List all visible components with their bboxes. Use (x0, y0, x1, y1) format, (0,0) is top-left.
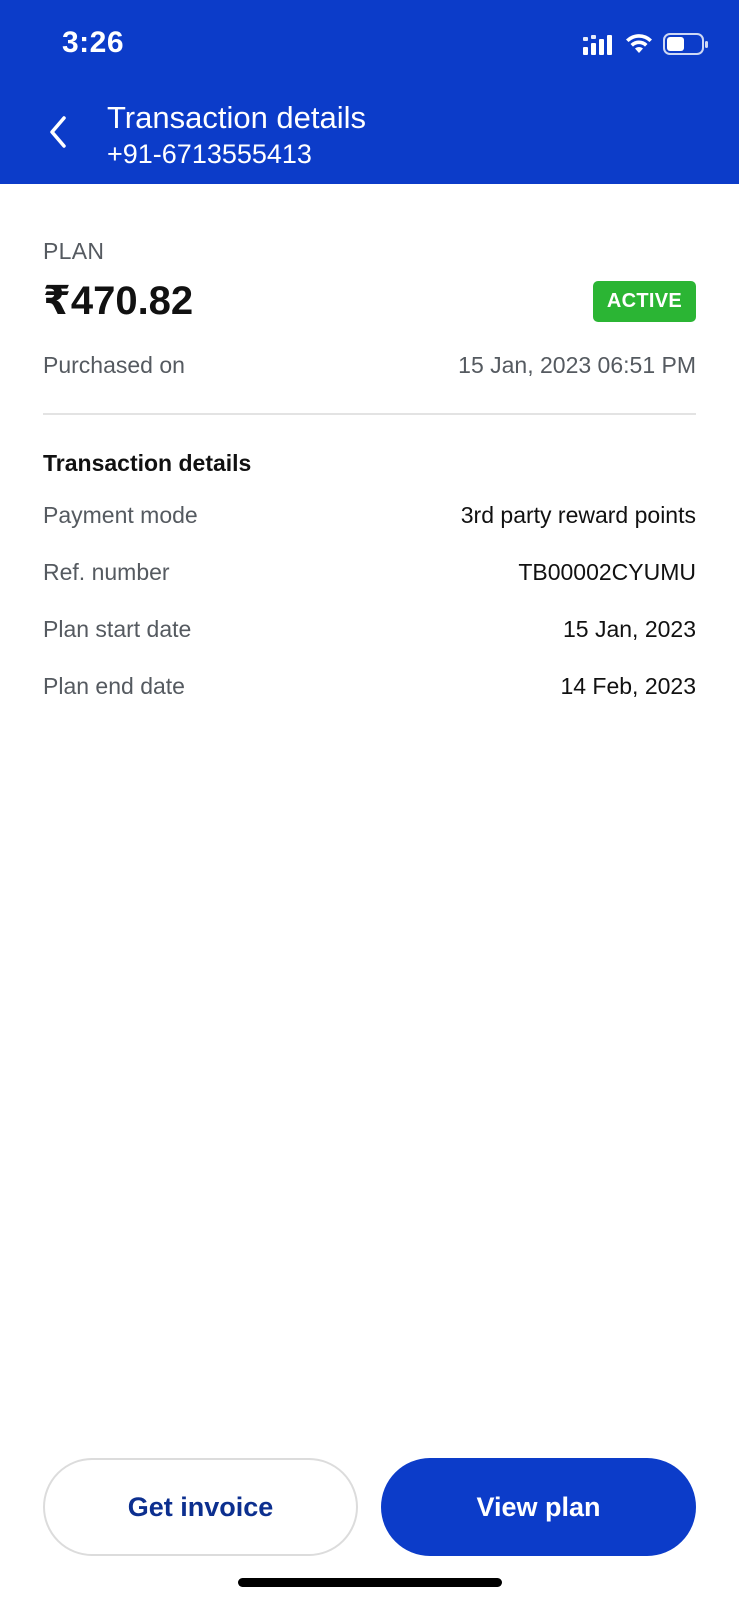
back-button[interactable] (36, 110, 80, 154)
purchased-value: 15 Jan, 2023 06:51 PM (458, 352, 696, 378)
status-icons (583, 32, 709, 56)
row-value: 14 Feb, 2023 (560, 673, 696, 699)
get-invoice-button[interactable]: Get invoice (43, 1458, 358, 1556)
wifi-icon (626, 34, 652, 53)
plan-end-row: Plan end date 14 Feb, 2023 (43, 673, 696, 700)
signal-icon (583, 35, 612, 55)
phone-number: +91-6713555413 (107, 139, 312, 169)
ref-number-row: Ref. number TB00002CYUMU (43, 559, 696, 586)
purchased-label: Purchased on (43, 352, 185, 378)
plan-start-row: Plan start date 15 Jan, 2023 (43, 616, 696, 643)
row-label: Plan end date (43, 673, 185, 699)
row-label: Payment mode (43, 502, 198, 528)
battery-icon (663, 33, 708, 55)
status-badge: ACTIVE (592, 281, 696, 322)
row-label: Ref. number (43, 559, 170, 585)
row-value: 15 Jan, 2023 (562, 616, 696, 642)
plan-amount: ₹470.82 (43, 279, 194, 323)
home-indicator (238, 1578, 502, 1587)
row-label: Plan start date (43, 616, 192, 642)
row-value: 3rd party reward points (460, 502, 696, 528)
transaction-details-screen: 3:26 Transaction details +91-6713555413 … (0, 0, 739, 1600)
payment-mode-row: Payment mode 3rd party reward points (43, 502, 696, 529)
chevron-left-icon (50, 116, 66, 148)
purchased-row: Purchased on 15 Jan, 2023 06:51 PM (43, 352, 696, 379)
page-title: Transaction details (107, 100, 367, 135)
row-value: TB00002CYUMU (518, 559, 696, 585)
divider (43, 413, 696, 415)
plan-label: PLAN (43, 238, 105, 264)
view-plan-button[interactable]: View plan (381, 1458, 696, 1556)
status-time: 3:26 (62, 26, 125, 59)
header-bar: 3:26 Transaction details +91-6713555413 (0, 0, 739, 184)
section-title: Transaction details (43, 450, 252, 476)
